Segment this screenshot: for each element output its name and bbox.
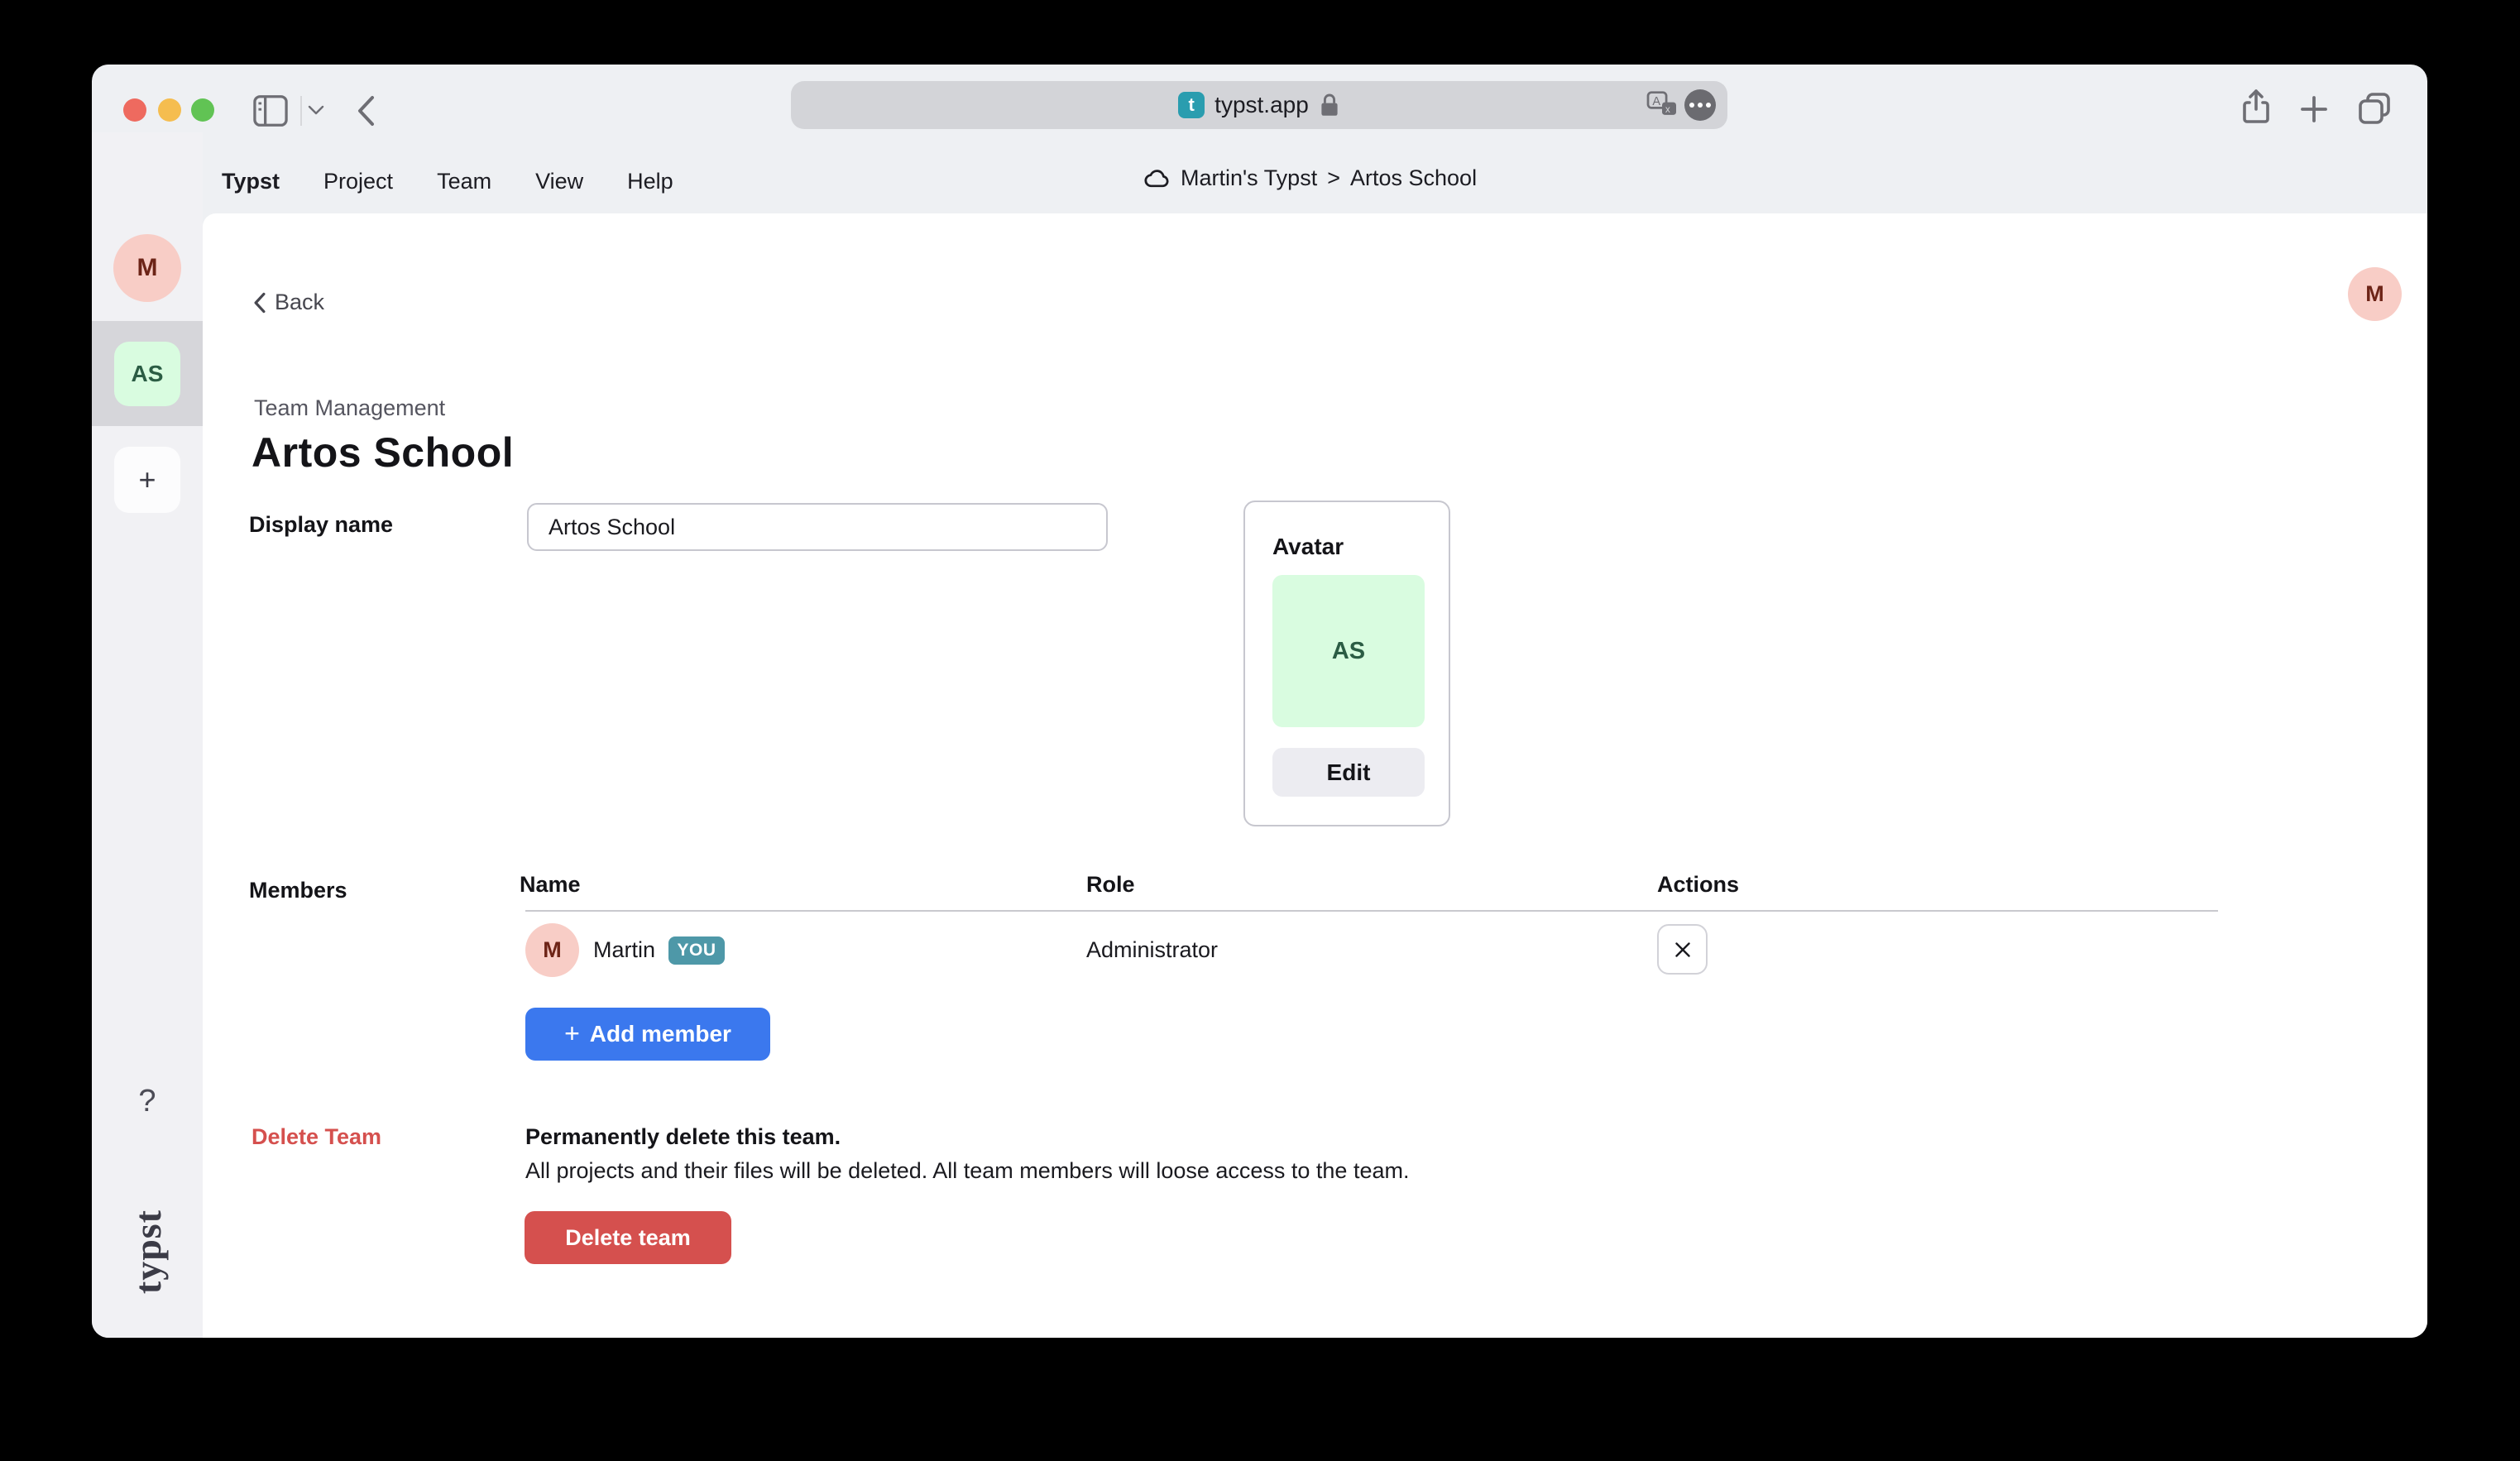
you-badge-label: YOU xyxy=(677,941,716,960)
edit-avatar-button[interactable]: Edit xyxy=(1272,748,1425,797)
tab-overview-icon[interactable] xyxy=(2357,91,2392,126)
lock-icon xyxy=(1319,92,1340,118)
menu-help[interactable]: Help xyxy=(627,169,673,194)
breadcrumb-current: Artos School xyxy=(1350,165,1477,191)
delete-team-description: All projects and their files will be del… xyxy=(525,1158,1409,1184)
display-name-label: Display name xyxy=(249,512,393,538)
cloud-icon xyxy=(1144,169,1171,189)
avatar-card-title: Avatar xyxy=(1272,534,1344,560)
back-label: Back xyxy=(275,290,324,315)
delete-team-headline: Permanently delete this team. xyxy=(525,1124,841,1150)
menu-typst[interactable]: Typst xyxy=(222,169,280,194)
sidebar-toggle-icon[interactable] xyxy=(252,94,289,127)
zoom-window-button[interactable] xyxy=(191,98,214,122)
delete-team-section-label: Delete Team xyxy=(252,1124,381,1150)
delete-team-button[interactable]: Delete team xyxy=(525,1211,731,1264)
member-name: Martin xyxy=(593,937,655,963)
breadcrumb-parent[interactable]: Martin's Typst xyxy=(1181,165,1317,191)
member-role: Administrator xyxy=(1086,937,1218,963)
menu-view[interactable]: View xyxy=(535,169,583,194)
member-avatar-initial: M xyxy=(543,937,562,963)
address-bar[interactable]: t typst.app A x xyxy=(791,81,1727,129)
remove-member-button[interactable] xyxy=(1657,924,1708,975)
column-header-actions: Actions xyxy=(1657,872,1739,898)
members-label: Members xyxy=(249,878,347,903)
sidebar-team-artos-school[interactable]: AS xyxy=(114,342,180,406)
plus-icon: + xyxy=(138,462,156,497)
chevron-down-icon[interactable] xyxy=(307,104,325,116)
site-favicon: t xyxy=(1178,92,1205,118)
chevron-left-icon xyxy=(252,292,267,314)
menu-project[interactable]: Project xyxy=(323,169,393,194)
sidebar-user-avatar[interactable]: M xyxy=(113,234,181,302)
column-header-name: Name xyxy=(520,872,581,898)
section-label: Team Management xyxy=(254,395,445,421)
team-avatar-initials: AS xyxy=(1332,638,1365,665)
help-glyph: ? xyxy=(138,1084,156,1119)
back-link[interactable]: Back xyxy=(252,290,324,315)
sidebar-team-initials: AS xyxy=(132,361,164,387)
column-header-role: Role xyxy=(1086,872,1135,898)
page-options-icon[interactable] xyxy=(1684,89,1716,121)
team-sidebar: M AS + ? typst xyxy=(92,132,203,1338)
team-avatar-preview: AS xyxy=(1272,575,1425,727)
close-window-button[interactable] xyxy=(123,98,146,122)
add-member-button[interactable]: + Add member xyxy=(525,1008,770,1061)
help-icon[interactable]: ? xyxy=(92,1084,203,1119)
back-navigation-icon[interactable] xyxy=(355,94,376,127)
page-title: Artos School xyxy=(252,429,514,477)
breadcrumb-separator: > xyxy=(1327,165,1340,191)
desktop-background: t typst.app A x xyxy=(0,0,2520,1461)
close-icon xyxy=(1673,940,1693,960)
share-icon[interactable] xyxy=(2240,88,2273,126)
browser-titlebar: t typst.app A x xyxy=(92,65,2427,132)
minimize-window-button[interactable] xyxy=(158,98,181,122)
typst-logo-text: typst xyxy=(126,1210,170,1294)
new-tab-icon[interactable] xyxy=(2299,94,2329,124)
add-member-label: Add member xyxy=(590,1021,731,1047)
sidebar-add-team-button[interactable]: + xyxy=(114,447,180,513)
svg-text:x: x xyxy=(1665,103,1670,115)
display-name-input[interactable] xyxy=(527,503,1108,551)
svg-text:A: A xyxy=(1652,95,1660,108)
url-text: typst.app xyxy=(1214,92,1309,118)
translate-icon[interactable]: A x xyxy=(1646,91,1678,119)
typst-logo: typst xyxy=(92,1181,203,1322)
user-avatar[interactable]: M xyxy=(2348,267,2402,321)
sidebar-user-initial: M xyxy=(137,254,158,282)
plus-icon: + xyxy=(564,1020,580,1047)
member-avatar: M xyxy=(525,923,579,977)
table-header-divider xyxy=(525,910,2218,912)
menu-team[interactable]: Team xyxy=(437,169,491,194)
you-badge: YOU xyxy=(668,936,725,965)
favicon-letter: t xyxy=(1189,94,1195,116)
app-menubar: Typst Project Team View Help xyxy=(222,169,673,194)
browser-window: t typst.app A x xyxy=(92,65,2427,1338)
user-avatar-initial: M xyxy=(2365,281,2384,307)
breadcrumb: Martin's Typst > Artos School xyxy=(1144,165,1477,191)
toolbar-divider xyxy=(300,96,302,126)
avatar-card: Avatar AS Edit xyxy=(1243,501,1450,826)
